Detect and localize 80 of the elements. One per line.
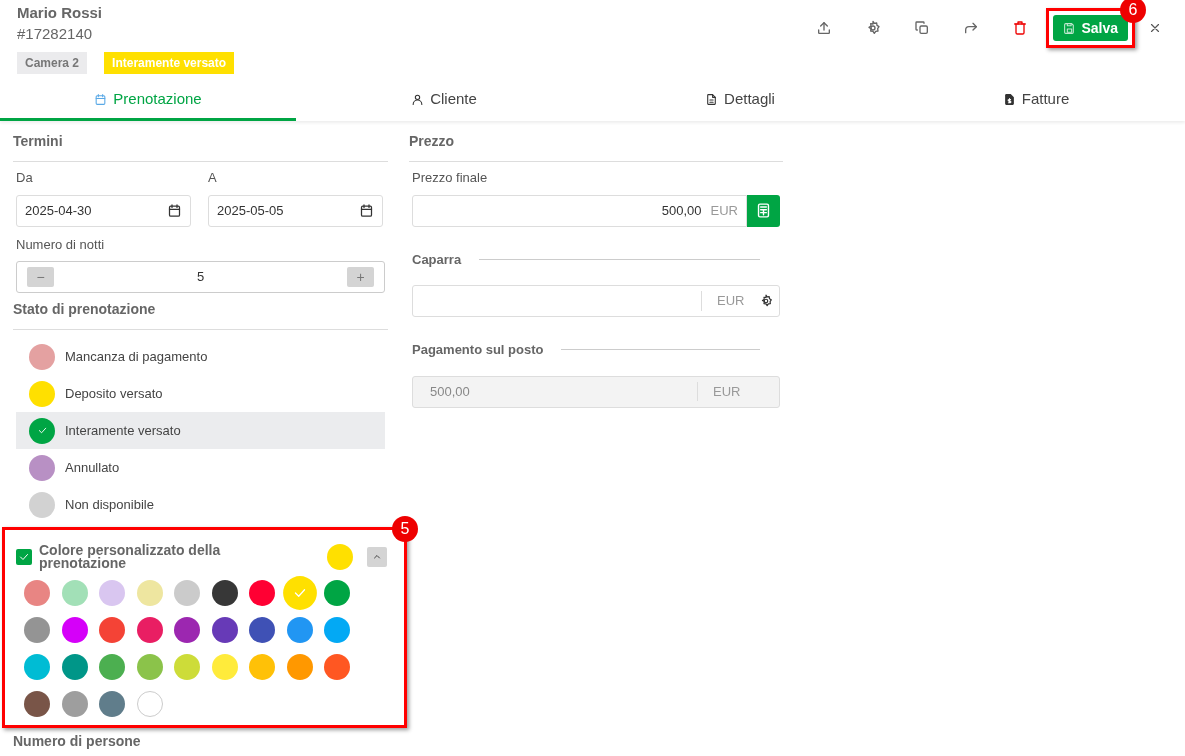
color-swatch[interactable] (61, 691, 88, 717)
annotation-badge: 6 (1120, 0, 1146, 23)
date-field[interactable]: 2025-04-30 (16, 194, 191, 227)
color-swatch[interactable] (136, 580, 163, 606)
calendar-icon (359, 203, 374, 218)
color-swatch[interactable] (99, 617, 125, 643)
color-swatch[interactable] (24, 580, 50, 606)
status-option[interactable]: Non disponibile (16, 486, 385, 523)
tab[interactable]: Fatture (888, 80, 1184, 121)
color-swatch[interactable] (99, 691, 125, 717)
invoice-icon (1002, 92, 1016, 106)
document-icon (705, 92, 719, 106)
section-title: Prezzo (409, 131, 783, 162)
section-title: Termini (13, 131, 388, 162)
color-swatch[interactable] (211, 580, 238, 606)
close-icon[interactable] (1148, 21, 1162, 35)
copy-icon[interactable] (913, 20, 930, 36)
status-option[interactable]: Interamente versato (16, 412, 385, 449)
color-swatch[interactable] (324, 654, 350, 680)
status-option[interactable]: Mancanza di pagamento (16, 338, 385, 375)
tab[interactable]: Cliente (296, 80, 592, 121)
trash-icon[interactable] (1011, 20, 1028, 36)
calendar-icon (167, 203, 182, 218)
calendar-icon (94, 92, 108, 106)
checkbox-label: Colore personalizzato della prenotazione (39, 544, 222, 570)
booking-number: #17282140 (17, 24, 94, 44)
section-title: Stato di prenotazione (13, 299, 388, 330)
calculator-icon (755, 202, 772, 219)
room-tag: Camera 2 (17, 52, 88, 74)
field-label: Prezzo finale (412, 169, 489, 187)
color-swatch[interactable] (24, 691, 50, 717)
color-swatch[interactable] (286, 617, 313, 643)
color-swatch[interactable] (61, 580, 88, 606)
status-option[interactable]: Annullato (16, 449, 385, 486)
section-title: Numero di persone (13, 732, 142, 751)
status-option[interactable]: Deposito versato (16, 375, 385, 412)
color-swatch[interactable] (24, 654, 50, 680)
user-icon (411, 92, 425, 106)
guest-name: Mario Rossi (17, 3, 104, 23)
color-swatch[interactable] (211, 654, 238, 680)
color-swatch[interactable] (99, 654, 125, 680)
date-field[interactable]: 2025-05-05 (208, 194, 383, 227)
on-site-payment-field: 500,00 EUR (412, 375, 780, 408)
color-swatch[interactable] (174, 654, 200, 680)
stepper-value: 5 (196, 268, 205, 287)
color-swatch[interactable] (24, 617, 50, 643)
color-swatch[interactable] (136, 654, 163, 680)
collapse-button[interactable] (367, 547, 387, 567)
field-label: A (208, 169, 218, 187)
save-icon (1063, 21, 1077, 35)
check-icon (18, 551, 30, 563)
upload-icon[interactable] (815, 20, 832, 36)
field-label: Da (16, 169, 34, 187)
color-swatch[interactable] (99, 580, 125, 606)
color-swatch[interactable] (249, 617, 275, 643)
check-icon (36, 425, 48, 436)
annotation-badge: 5 (392, 516, 418, 542)
field-label: Numero di notti (16, 235, 106, 254)
field-label: Pagamento sul posto (412, 341, 544, 359)
color-swatch[interactable] (324, 580, 350, 606)
color-swatch[interactable] (174, 617, 200, 643)
status-tag: Interamente versato (104, 52, 235, 74)
color-swatch[interactable] (324, 617, 350, 643)
color-swatch[interactable] (174, 580, 200, 606)
calculator-button[interactable] (747, 194, 780, 227)
checkbox[interactable] (16, 549, 32, 565)
color-swatch[interactable] (61, 654, 88, 680)
color-swatch[interactable] (282, 576, 317, 610)
field-label: Caparra (412, 250, 462, 269)
color-swatch[interactable] (286, 654, 313, 680)
color-swatch[interactable] (136, 691, 163, 717)
color-swatch[interactable] (61, 617, 88, 643)
color-swatch[interactable] (249, 580, 275, 606)
color-swatch[interactable] (211, 617, 238, 643)
color-swatch[interactable] (249, 654, 275, 680)
color-swatch[interactable] (136, 617, 163, 643)
price-field[interactable]: 500,00 EUR (412, 194, 747, 227)
tab[interactable]: Dettagli (592, 80, 888, 121)
settings-icon[interactable] (759, 294, 773, 308)
share-icon[interactable] (962, 20, 979, 36)
